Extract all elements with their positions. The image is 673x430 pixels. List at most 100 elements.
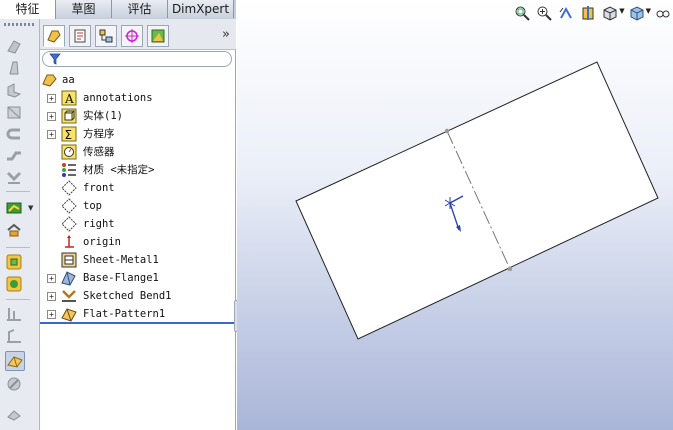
sensors-icon (61, 144, 77, 160)
section-view-icon[interactable] (578, 4, 598, 22)
lofted-bend-icon[interactable] (5, 253, 23, 271)
toolbar-grip[interactable] (4, 23, 36, 26)
rip-icon[interactable] (5, 405, 23, 423)
jog-icon[interactable] (5, 147, 23, 165)
tree-item-material[interactable]: 材质 <未指定> (40, 161, 234, 179)
tree-item-label: Base-Flange1 (83, 272, 159, 284)
flat-pattern-view (295, 61, 659, 340)
tree-item-label: front (83, 182, 115, 194)
solid-bodies-icon (61, 108, 77, 124)
zoom-to-fit-icon[interactable] (512, 4, 532, 22)
tree-item-label: 方程序 (83, 128, 115, 140)
view-orientation-icon[interactable] (600, 4, 620, 22)
part-icon (42, 72, 58, 88)
displaymanager-icon[interactable] (147, 25, 169, 47)
zoom-to-area-icon[interactable] (534, 4, 554, 22)
toolbar-separator (6, 191, 30, 192)
tree-item-label: Sketched Bend1 (83, 290, 172, 302)
part-name: aa (62, 74, 75, 86)
tree-item-label: annotations (83, 92, 153, 104)
tree-item-solid-bodies[interactable]: + 实体(1) (40, 107, 234, 125)
bend-line-endpoint (444, 128, 450, 134)
featuremanager-tree-icon[interactable] (43, 25, 65, 47)
convert-to-sheet-metal-icon[interactable] (5, 221, 23, 239)
configurationmanager-icon[interactable] (95, 25, 117, 47)
fold-icon[interactable] (5, 327, 23, 345)
graphics-area[interactable]: ▼ ▼ (237, 0, 673, 430)
tree-item-plane-top[interactable]: top (40, 197, 234, 215)
tree-item-label: origin (83, 236, 121, 248)
sheet-metal-base-flange-icon[interactable] (5, 37, 23, 55)
hem-icon[interactable] (5, 125, 23, 143)
tree-item-label: Sheet-Metal1 (83, 254, 159, 266)
tree-item-label: 传感器 (83, 146, 115, 158)
tree-item-origin[interactable]: origin (40, 233, 234, 251)
toolbar-separator (6, 299, 30, 300)
tree-item-base-flange[interactable]: + Base-Flange1 (40, 269, 234, 287)
filter-input[interactable] (63, 53, 223, 65)
sketched-bend-icon (61, 288, 77, 304)
flatten-icon[interactable] (5, 351, 25, 371)
filter-icon (49, 53, 61, 65)
plane-icon (61, 198, 77, 214)
tree-item-annotations[interactable]: + A annotations (40, 89, 234, 107)
sheet-metal-toolbar: ▼ (0, 19, 40, 430)
tree-item-label: top (83, 200, 102, 212)
material-icon (61, 162, 77, 178)
expand-toggle[interactable]: + (47, 274, 56, 283)
expand-toggle[interactable]: + (47, 112, 56, 121)
unfold-icon[interactable] (5, 305, 23, 323)
command-manager-tabs: 特征 草图 评估 DimXpert (0, 0, 236, 20)
annotations-icon: A (61, 90, 77, 106)
miter-flange-icon[interactable] (5, 103, 23, 121)
tree-item-equations[interactable]: + Σ 方程序 (40, 125, 234, 143)
svg-text:A: A (64, 92, 74, 106)
plane-icon (61, 216, 77, 232)
tab-evaluate[interactable]: 评估 (112, 0, 168, 18)
tab-icon[interactable] (5, 59, 23, 77)
tab-dimxpert[interactable]: DimXpert (168, 0, 234, 18)
svg-text:Σ: Σ (65, 128, 73, 142)
insert-bends-icon[interactable] (5, 199, 23, 217)
chevron-right-icon[interactable]: » (222, 27, 230, 42)
tree-item-sketched-bend[interactable]: + Sketched Bend1 (40, 287, 234, 305)
flat-pattern-icon (61, 306, 77, 322)
base-flange-icon (61, 270, 77, 286)
rollback-bar[interactable] (40, 322, 234, 324)
origin-icon (61, 234, 77, 250)
chevron-down-icon[interactable]: ▼ (28, 204, 33, 212)
hide-show-items-icon[interactable] (653, 4, 673, 22)
featuremanager-panel: » aa + A annotations + 实体(1) + Σ 方程序 传感器 (40, 19, 236, 430)
expand-toggle[interactable]: + (47, 94, 56, 103)
bend-line-endpoint (507, 266, 513, 272)
tree-item-label: right (83, 218, 115, 230)
tree-item-plane-right[interactable]: right (40, 215, 234, 233)
previous-view-icon[interactable] (556, 4, 576, 22)
chevron-down-icon[interactable]: ▼ (619, 7, 624, 24)
filter-field[interactable] (42, 51, 232, 67)
tab-features[interactable]: 特征 (0, 0, 56, 19)
flat-sheet[interactable] (295, 61, 659, 340)
no-bends-icon[interactable] (5, 375, 23, 393)
toolbar-separator (6, 247, 30, 248)
tree-item-label: 材质 <未指定> (83, 164, 155, 176)
equations-icon: Σ (61, 126, 77, 142)
tree-item-sheet-metal[interactable]: Sheet-Metal1 (40, 251, 234, 269)
dimxpertmanager-icon[interactable] (121, 25, 143, 47)
closed-corner-icon[interactable] (5, 275, 23, 293)
expand-toggle[interactable]: + (47, 292, 56, 301)
propertymanager-icon[interactable] (69, 25, 91, 47)
tree-item-plane-front[interactable]: front (40, 179, 234, 197)
tree-root-part[interactable]: aa (40, 71, 234, 89)
edge-flange-icon[interactable] (5, 81, 23, 99)
tree-item-label: Flat-Pattern1 (83, 308, 166, 320)
chevron-down-icon[interactable]: ▼ (646, 7, 651, 24)
sketched-bend-icon[interactable] (5, 169, 23, 187)
sheet-metal-icon (61, 252, 77, 268)
tab-sketch[interactable]: 草图 (56, 0, 112, 18)
display-style-icon[interactable] (627, 4, 647, 22)
tree-item-sensors[interactable]: 传感器 (40, 143, 234, 161)
tree-item-flat-pattern[interactable]: + Flat-Pattern1 (40, 305, 234, 323)
expand-toggle[interactable]: + (47, 310, 56, 319)
expand-toggle[interactable]: + (47, 130, 56, 139)
